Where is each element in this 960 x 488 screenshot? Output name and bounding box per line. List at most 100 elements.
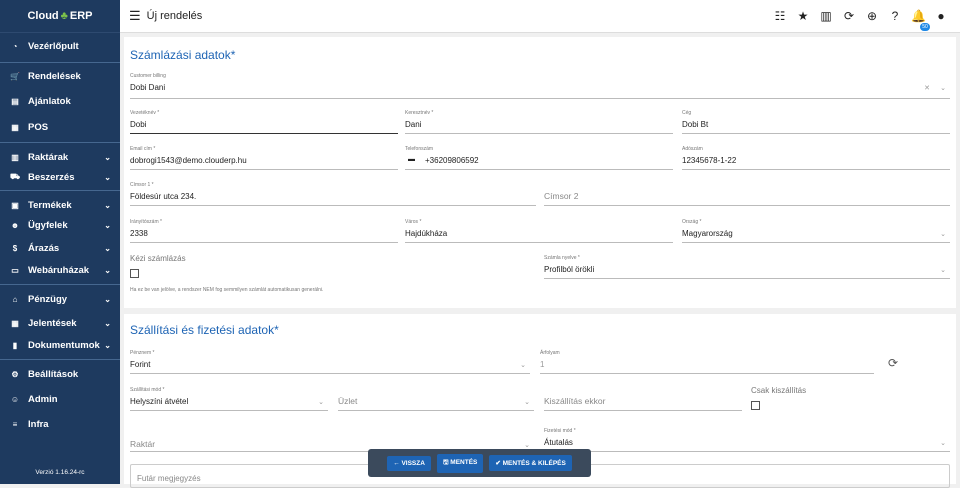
- chevron-down-icon[interactable]: ⌄: [940, 84, 946, 92]
- field-value: Dobi Dani: [130, 83, 166, 92]
- address1-field[interactable]: Címsor 1 * Földesúr utca 234.: [130, 182, 536, 206]
- manual-invoicing-field: Kézi számlázás: [130, 254, 330, 280]
- sidebar-item-penzugy[interactable]: ⌂ Pénzügy ⌄: [0, 289, 120, 309]
- field-value: Dani: [405, 120, 422, 129]
- chevron-down-icon[interactable]: ⌄: [940, 230, 946, 238]
- chevron-down-icon[interactable]: ⌄: [318, 398, 324, 406]
- sidebar-item-ajanlatok[interactable]: ▤ Ajánlatok: [0, 91, 120, 111]
- chevron-down-icon[interactable]: ⌄: [520, 361, 526, 369]
- field-label: Irányítószám *: [130, 219, 162, 225]
- currency-select[interactable]: Pénznem * Forint ⌄: [130, 350, 530, 374]
- field-label: Árfolyam: [540, 350, 560, 356]
- field-label: Adószám: [682, 146, 703, 152]
- brand-logo[interactable]: Cloud ♣ ERP: [0, 0, 120, 33]
- sidebar-item-label: Webáruházak: [28, 264, 90, 276]
- firstname-field[interactable]: Keresztnév * Dani: [405, 110, 673, 134]
- sidebar-item-pos[interactable]: ▦ POS: [0, 117, 120, 137]
- sidebar-item-termekek[interactable]: ▣ Termékek ⌄: [0, 195, 120, 215]
- refresh-icon[interactable]: ⟳: [842, 9, 856, 37]
- pos-icon: ▦: [11, 122, 19, 132]
- tax-number-field[interactable]: Adószám 12345678-1-22: [682, 146, 950, 170]
- brand-name-left: Cloud: [27, 10, 59, 22]
- email-field[interactable]: Email cím * dobrogi1543@demo.clouderp.hu: [130, 146, 398, 170]
- save-button[interactable]: 🖫 MENTÉS: [436, 453, 484, 473]
- clear-icon[interactable]: ✕: [924, 84, 930, 92]
- delivery-only-checkbox[interactable]: [751, 401, 760, 410]
- hamburger-menu-icon[interactable]: ☰: [129, 8, 141, 24]
- company-field[interactable]: Cég Dobi Bt: [682, 110, 950, 134]
- payment-method-select[interactable]: Fizetési mód * Átutalás ⌄: [544, 428, 950, 452]
- sidebar-item-label: Vezérlőpult: [28, 40, 79, 52]
- sidebar-item-raktarak[interactable]: ▥ Raktárak ⌄: [0, 147, 120, 167]
- exchange-rate-field[interactable]: Árfolyam 1: [540, 350, 874, 374]
- country-select[interactable]: Ország * Magyarország ⌄: [682, 219, 950, 243]
- sidebar-item-label: Admin: [28, 393, 58, 405]
- dollar-icon: $: [12, 243, 18, 253]
- field-label: Email cím *: [130, 146, 156, 152]
- delivery-time-field[interactable]: Kiszállítás ekkor: [544, 387, 742, 411]
- star-icon[interactable]: ★: [796, 9, 810, 37]
- speedometer-icon: ◔: [12, 41, 18, 51]
- sidebar-item-label: Rendelések: [28, 70, 81, 82]
- zip-field[interactable]: Irányítószám * 2338: [130, 219, 398, 243]
- sidebar-item-admin[interactable]: ☺ Admin: [0, 389, 120, 409]
- gear-icon: ⚙: [11, 369, 19, 379]
- user-account-icon[interactable]: ●: [934, 9, 948, 37]
- chevron-down-icon: ⌄: [104, 265, 111, 275]
- shop-select[interactable]: Üzlet ⌄: [338, 387, 534, 411]
- manual-invoicing-checkbox[interactable]: [130, 269, 139, 278]
- phone-field[interactable]: Telefonszám ▬ +36209806592: [405, 146, 673, 170]
- sidebar-item-dokumentumok[interactable]: ▮ Dokumentumok ⌄: [0, 335, 120, 355]
- field-value: Helyszíni átvétel: [130, 397, 189, 406]
- sidebar-item-infra[interactable]: ≡ Infra: [0, 414, 120, 434]
- city-field[interactable]: Város * Hajdúkháza: [405, 219, 673, 243]
- file-icon: ▮: [12, 340, 18, 350]
- back-button[interactable]: ← VISSZA: [387, 455, 431, 471]
- checklist-icon[interactable]: ☷: [773, 9, 787, 37]
- chevron-down-icon: ⌄: [104, 340, 111, 350]
- toolbar-icons: ☷ ★ ▥ ⟳ ⊕ ? 🔔50 ●: [773, 9, 948, 37]
- sidebar-item-ugyfelek[interactable]: ☻ Ügyfelek ⌄: [0, 215, 120, 235]
- chevron-down-icon[interactable]: ⌄: [524, 441, 530, 449]
- billing-section-title: Számlázási adatok*: [130, 48, 236, 62]
- sidebar-item-rendelesek[interactable]: 🛒 Rendelések: [0, 66, 120, 86]
- sidebar-item-label: Árazás: [28, 242, 60, 254]
- products-icon: ▣: [11, 200, 19, 210]
- field-value: Forint: [130, 360, 151, 369]
- customer-billing-select[interactable]: Customer billing Dobi Dani ✕ ⌄: [130, 73, 950, 99]
- sidebar-item-arazas[interactable]: $ Árazás ⌄: [0, 238, 120, 258]
- field-label: Számla nyelve *: [544, 255, 580, 261]
- chevron-down-icon[interactable]: ⌄: [940, 266, 946, 274]
- brand-name-right: ERP: [69, 10, 93, 22]
- refresh-rate-icon[interactable]: ⟳: [888, 356, 898, 370]
- chevron-down-icon: ⌄: [104, 172, 111, 182]
- globe-icon[interactable]: ⊕: [865, 9, 879, 37]
- sidebar-item-jelentesek[interactable]: ▦ Jelentések ⌄: [0, 313, 120, 333]
- bell-icon[interactable]: 🔔50: [911, 9, 930, 37]
- chevron-down-icon: ⌄: [104, 318, 111, 328]
- field-label: Vezetéknév *: [130, 110, 160, 116]
- version-label: Verzió 1.16.24-rc: [35, 469, 85, 476]
- sidebar-item-webaruhazak[interactable]: ▭ Webáruházak ⌄: [0, 260, 120, 280]
- invoice-language-select[interactable]: Számla nyelve * Profilból örökli ⌄: [544, 255, 950, 279]
- server-icon: ≡: [12, 419, 18, 429]
- shipping-method-select[interactable]: Szállítási mód * Helyszíni átvétel ⌄: [130, 387, 328, 411]
- sidebar-item-vezerlopult[interactable]: ◔ Vezérlőpult: [0, 36, 120, 56]
- sidebar-item-beszerzes[interactable]: ⛟ Beszerzés ⌄: [0, 167, 120, 187]
- help-icon[interactable]: ?: [888, 9, 902, 37]
- lastname-field[interactable]: Vezetéknév * Dobi: [130, 110, 398, 134]
- sidebar-item-beallitasok[interactable]: ⚙ Beállítások: [0, 364, 120, 384]
- hungary-flag-icon[interactable]: ▬: [408, 156, 415, 163]
- field-value: 2338: [130, 229, 148, 238]
- admin-icon: ☺: [10, 394, 20, 404]
- address2-field[interactable]: Címsor 2: [544, 182, 950, 206]
- chevron-down-icon: ⌄: [104, 200, 111, 210]
- save-and-exit-button[interactable]: ✔ MENTÉS & KILÉPÉS: [489, 455, 572, 471]
- building-icon[interactable]: ▥: [819, 9, 833, 37]
- chevron-down-icon[interactable]: ⌄: [524, 398, 530, 406]
- field-value: Profilból örökli: [544, 265, 595, 274]
- field-label: Kézi számlázás: [130, 254, 186, 263]
- chevron-down-icon[interactable]: ⌄: [940, 439, 946, 447]
- billing-card: Számlázási adatok* Customer billing Dobi…: [124, 37, 956, 308]
- sidebar-item-label: Beszerzés: [28, 171, 75, 183]
